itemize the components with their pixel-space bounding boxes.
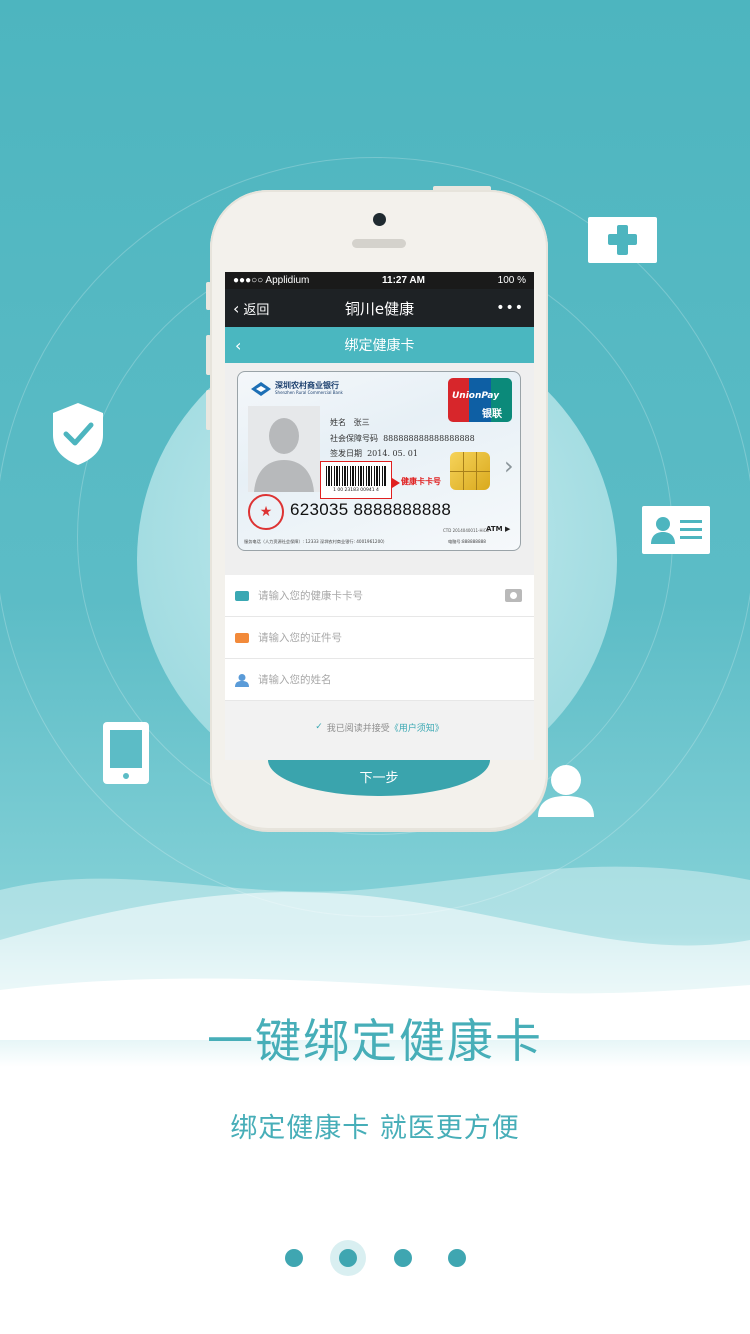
health-card-tag: 健康卡卡号: [401, 477, 441, 486]
date-row: 签发日期 2014. 05. 01: [330, 448, 418, 459]
onboarding-screen: ●●●○○ Applidium 11:27 AM 100 % ‹ 返回 铜川e健…: [0, 0, 750, 1334]
status-time: 11:27 AM: [382, 275, 425, 286]
card-image-area: 深圳农村商业银行 Shenzhen Rural Commercial Bank …: [225, 363, 534, 575]
name-placeholder: 请输入您的姓名: [258, 674, 332, 686]
battery-label: 100 %: [497, 275, 526, 286]
name-row: 姓名 张三: [330, 417, 370, 428]
back-label: 返回: [243, 302, 270, 318]
back-button[interactable]: ‹ 返回: [233, 299, 269, 318]
card-number-field[interactable]: 请输入您的健康卡卡号: [225, 575, 534, 617]
status-bar: ●●●○○ Applidium 11:27 AM 100 %: [225, 272, 534, 289]
bank-name-en: Shenzhen Rural Commercial Bank: [275, 390, 343, 395]
date-label: 签发日期: [330, 449, 362, 458]
carrier-label: ●●●○○ Applidium: [233, 275, 310, 286]
card-cto: CTD 2014040011-HiCo: [443, 528, 489, 533]
barcode-number: 1 00 23183 00941 4: [333, 488, 379, 493]
user-icon: [235, 673, 249, 687]
card-icon: [235, 590, 249, 601]
page-dot-active[interactable]: [339, 1249, 357, 1267]
card-number-placeholder: 请输入您的健康卡卡号: [258, 590, 363, 602]
page-header: ‹ 绑定健康卡: [225, 327, 534, 363]
agree-prefix: 我已阅读并接受: [326, 723, 390, 734]
bank-logo-icon: [251, 382, 271, 396]
phone-camera: [373, 213, 386, 226]
name-value: 张三: [353, 418, 370, 427]
bind-form: 请输入您的健康卡卡号 请输入您的证件号 请输入您的姓名: [225, 575, 534, 701]
medical-cross-icon: [588, 217, 657, 263]
shield-check-icon: [51, 401, 105, 467]
page-title: 绑定健康卡: [344, 338, 415, 354]
health-card-arrow: [392, 478, 400, 488]
barcode-box: 1 00 23183 00941 4: [320, 461, 392, 499]
more-menu-button[interactable]: •••: [496, 300, 524, 316]
health-card-image: 深圳农村商业银行 Shenzhen Rural Commercial Bank …: [237, 371, 521, 551]
page-dot[interactable]: [448, 1249, 466, 1267]
ssn-label: 社会保障号码: [330, 434, 378, 443]
agreement-row[interactable]: ✓ 我已阅读并接受 《用户须知》: [225, 701, 534, 753]
ssn-row: 社会保障号码 888888888888888888: [330, 433, 475, 444]
date-value: 2014. 05. 01: [367, 449, 418, 458]
chip-icon: [450, 452, 490, 490]
card-number: 623035 8888888888: [290, 500, 452, 519]
id-number-field[interactable]: 请输入您的证件号: [225, 617, 534, 659]
nav-title: 铜川e健康: [344, 299, 415, 318]
chevron-left-icon[interactable]: ‹: [235, 336, 241, 355]
stamp-seal: ★: [248, 494, 284, 530]
mobile-phone-icon: [103, 722, 149, 784]
camera-icon[interactable]: [505, 589, 522, 602]
headline: 一键绑定健康卡: [207, 1014, 543, 1068]
check-icon[interactable]: ✓: [315, 722, 323, 732]
id-card-icon: [235, 632, 249, 643]
page-dot[interactable]: [285, 1249, 303, 1267]
unionpay-logo: UnionPay 银联: [448, 378, 512, 422]
name-field[interactable]: 请输入您的姓名: [225, 659, 534, 701]
nav-bar: ‹ 返回 铜川e健康 •••: [225, 289, 534, 327]
subheadline: 绑定健康卡 就医更方便: [230, 1113, 520, 1144]
id-number-placeholder: 请输入您的证件号: [258, 632, 342, 644]
barcode: [326, 466, 386, 486]
name-label: 姓名: [330, 418, 346, 427]
phone-speaker: [352, 239, 406, 248]
user-terms-link[interactable]: 《用户须知》: [390, 721, 444, 734]
ssn-value: 888888888888888888: [383, 434, 475, 443]
phone-screen: ●●●○○ Applidium 11:27 AM 100 % ‹ 返回 铜川e健…: [225, 272, 534, 760]
card-atm: ATM ▶: [486, 525, 511, 533]
chevron-left-icon: ‹: [233, 298, 240, 318]
unionpay-cn: 银联: [482, 409, 502, 420]
chevron-right-icon: ›: [504, 452, 514, 480]
card-photo: [248, 406, 320, 492]
card-footer-right: 电脑号:888888888: [448, 539, 486, 544]
id-card-icon: [642, 506, 710, 554]
page-dot[interactable]: [394, 1249, 412, 1267]
unionpay-en: UnionPay: [452, 391, 500, 401]
card-footer-left: 服务电话（人力资源社会保障）: 12333 深圳农村商业银行: 40019612…: [244, 539, 388, 544]
page-indicator: [0, 1240, 750, 1276]
